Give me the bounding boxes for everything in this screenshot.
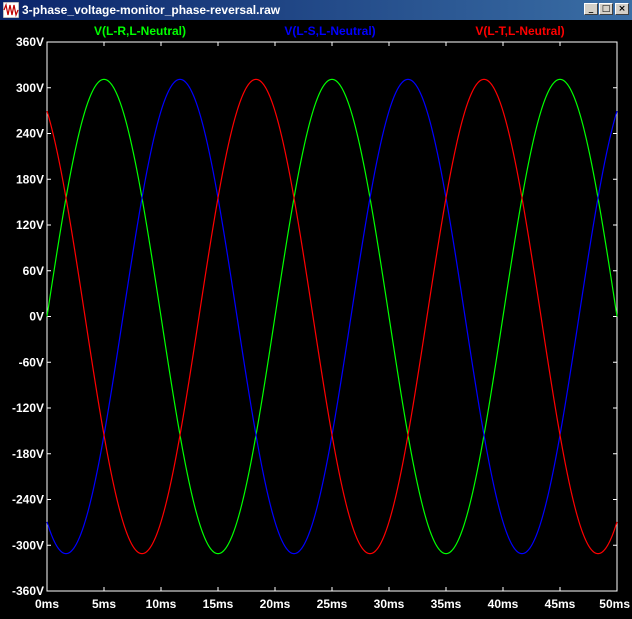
y-tick-label: 60V [23, 264, 44, 278]
y-tick-label: 360V [16, 35, 44, 49]
y-tick-label: -120V [12, 401, 44, 415]
y-tick-label: 180V [16, 172, 44, 186]
x-tick-label: 15ms [203, 597, 234, 611]
y-tick-label: 0V [29, 310, 44, 324]
y-tick-label: -360V [12, 584, 44, 598]
y-tick-label: -60V [19, 355, 44, 369]
x-tick-label: 20ms [260, 597, 291, 611]
plot-frame [46, 41, 618, 592]
y-tick-label: 240V [16, 127, 44, 141]
waveform-icon [3, 2, 19, 18]
y-tick-label: -240V [12, 493, 44, 507]
minimize-button[interactable]: _ [584, 3, 598, 15]
x-tick-label: 50ms [599, 597, 630, 611]
maximize-button[interactable]: □ [599, 3, 613, 15]
close-button[interactable]: × [615, 3, 629, 15]
legend-entry-3[interactable]: V(L-T,L-Neutral) [475, 24, 564, 38]
legend-entry-1[interactable]: V(L-R,L-Neutral) [94, 24, 186, 38]
x-tick-label: 35ms [431, 597, 462, 611]
y-tick-label: 120V [16, 218, 44, 232]
waveform-chart[interactable]: 360V 300V 240V 180V 120V 60V 0V -60V -120V -180V -… [0, 20, 632, 619]
y-tick-label: -180V [12, 447, 44, 461]
x-tick-label: 5ms [92, 597, 116, 611]
x-tick-label: 25ms [317, 597, 348, 611]
y-tick-label: -300V [12, 538, 44, 552]
legend-entry-2[interactable]: V(L-S,L-Neutral) [284, 24, 375, 38]
y-tick-label: 300V [16, 81, 44, 95]
x-tick-label: 45ms [545, 597, 576, 611]
x-tick-label: 40ms [488, 597, 519, 611]
series-line-1[interactable] [46, 78, 618, 555]
window-title: 3-phase_voltage-monitor_phase-reversal.r… [22, 3, 281, 17]
x-tick-label: 30ms [374, 597, 405, 611]
x-tick-label: 0ms [35, 597, 59, 611]
plot-area[interactable]: 360V 300V 240V 180V 120V 60V 0V -60V -120V -180V -… [0, 20, 632, 619]
x-tick-label: 10ms [146, 597, 177, 611]
title-bar: 3-phase_voltage-monitor_phase-reversal.r… [0, 0, 632, 20]
